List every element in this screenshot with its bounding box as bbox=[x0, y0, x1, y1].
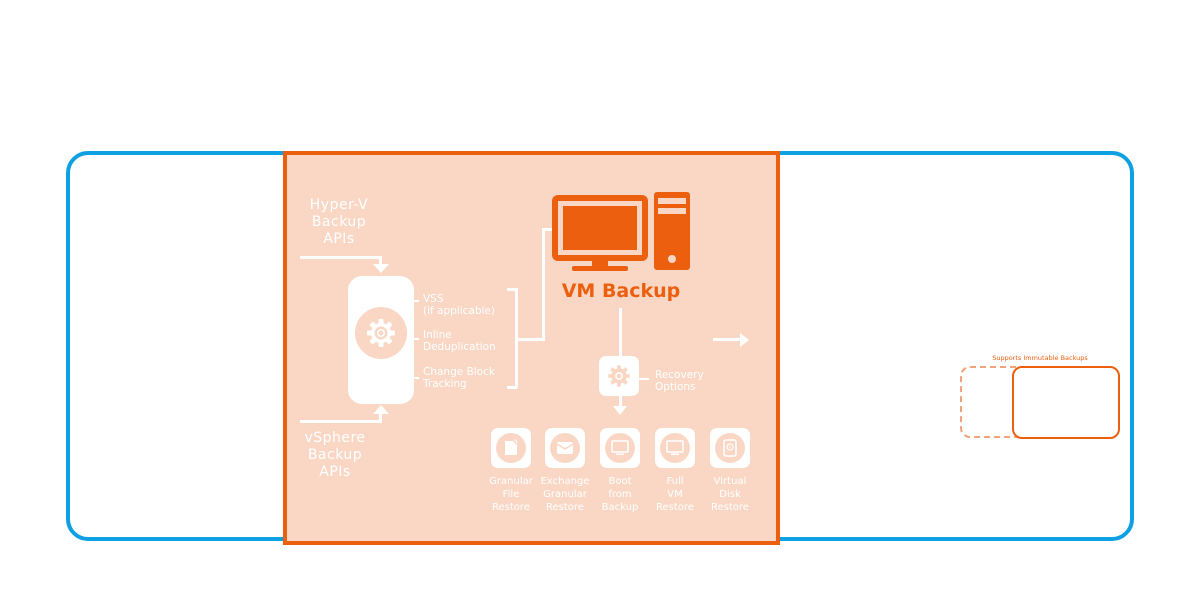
disk-icon bbox=[723, 439, 737, 457]
feature-tick bbox=[414, 300, 419, 302]
immutable-backups-label: Supports Immutable Backups bbox=[992, 354, 1088, 362]
monitor-icon bbox=[666, 440, 684, 455]
vsphere-line-1: vSphere bbox=[304, 430, 366, 446]
restore-tile-exchange bbox=[545, 428, 585, 468]
recovery-options-label: Recovery Options bbox=[655, 369, 704, 393]
feature-cbt: Change Block Tracking bbox=[423, 366, 495, 390]
bracket-bottom bbox=[507, 386, 517, 389]
hyperv-line-1: Hyper-V bbox=[309, 197, 369, 213]
vsphere-connector bbox=[300, 420, 382, 423]
hyperv-line-2: Backup bbox=[311, 213, 367, 230]
feature-dedup-line-1: Inline bbox=[423, 329, 452, 341]
envelope-icon bbox=[556, 442, 574, 454]
hyperv-api-label: Hyper-V Backup APIs bbox=[294, 197, 384, 247]
label-line: Virtual bbox=[713, 476, 747, 487]
restore-tile-boot bbox=[600, 428, 640, 468]
feature-tick bbox=[414, 377, 419, 379]
gear-icon bbox=[608, 365, 630, 387]
computer-icon bbox=[552, 192, 690, 271]
arrow-right-icon bbox=[740, 333, 749, 347]
vsphere-line-2: Backup bbox=[307, 446, 363, 463]
vsphere-line-3: APIs bbox=[319, 463, 351, 480]
recovery-options-tile bbox=[599, 356, 639, 396]
bracket-out bbox=[515, 338, 545, 341]
restore-tile-virtual-disk bbox=[710, 428, 750, 468]
recovery-line-1: Recovery bbox=[655, 369, 704, 381]
feature-dedup-line-2: Deduplication bbox=[423, 341, 496, 354]
hyperv-arrow-icon bbox=[373, 264, 389, 273]
engine-circle bbox=[355, 307, 407, 359]
feature-vss-line-2: (if applicable) bbox=[423, 305, 495, 318]
connector-up bbox=[542, 228, 545, 341]
hyperv-line-3: APIs bbox=[323, 230, 355, 247]
gear-icon bbox=[367, 319, 395, 347]
restore-tile-full-vm bbox=[655, 428, 695, 468]
vsphere-api-label: vSphere Backup APIs bbox=[290, 430, 380, 480]
restore-label-virtual-disk: Virtual Disk Restore bbox=[698, 475, 762, 514]
feature-cbt-line-2: Tracking bbox=[423, 378, 467, 391]
recovery-tick bbox=[639, 378, 649, 380]
storage-solid-box bbox=[1012, 366, 1120, 439]
connector-to-recovery bbox=[619, 308, 622, 356]
file-icon bbox=[505, 439, 518, 455]
monitor-icon bbox=[611, 440, 629, 455]
feature-vss-line-1: VSS bbox=[423, 293, 444, 305]
backup-engine bbox=[348, 276, 414, 404]
hyperv-connector bbox=[300, 256, 382, 259]
arrow-down-icon bbox=[613, 406, 627, 415]
arrow-right-shaft bbox=[713, 338, 741, 341]
vm-backup-title: VM Backup bbox=[561, 280, 681, 302]
feature-cbt-line-1: Change Block bbox=[423, 366, 495, 378]
label-line: Disk bbox=[719, 489, 741, 500]
restore-tile-granular-file bbox=[491, 428, 531, 468]
feature-dedup: Inline Deduplication bbox=[423, 329, 496, 353]
label-line: Restore bbox=[711, 502, 749, 513]
feature-tick bbox=[414, 338, 419, 340]
feature-vss: VSS (if applicable) bbox=[423, 293, 495, 317]
recovery-line-2: Options bbox=[655, 381, 696, 394]
